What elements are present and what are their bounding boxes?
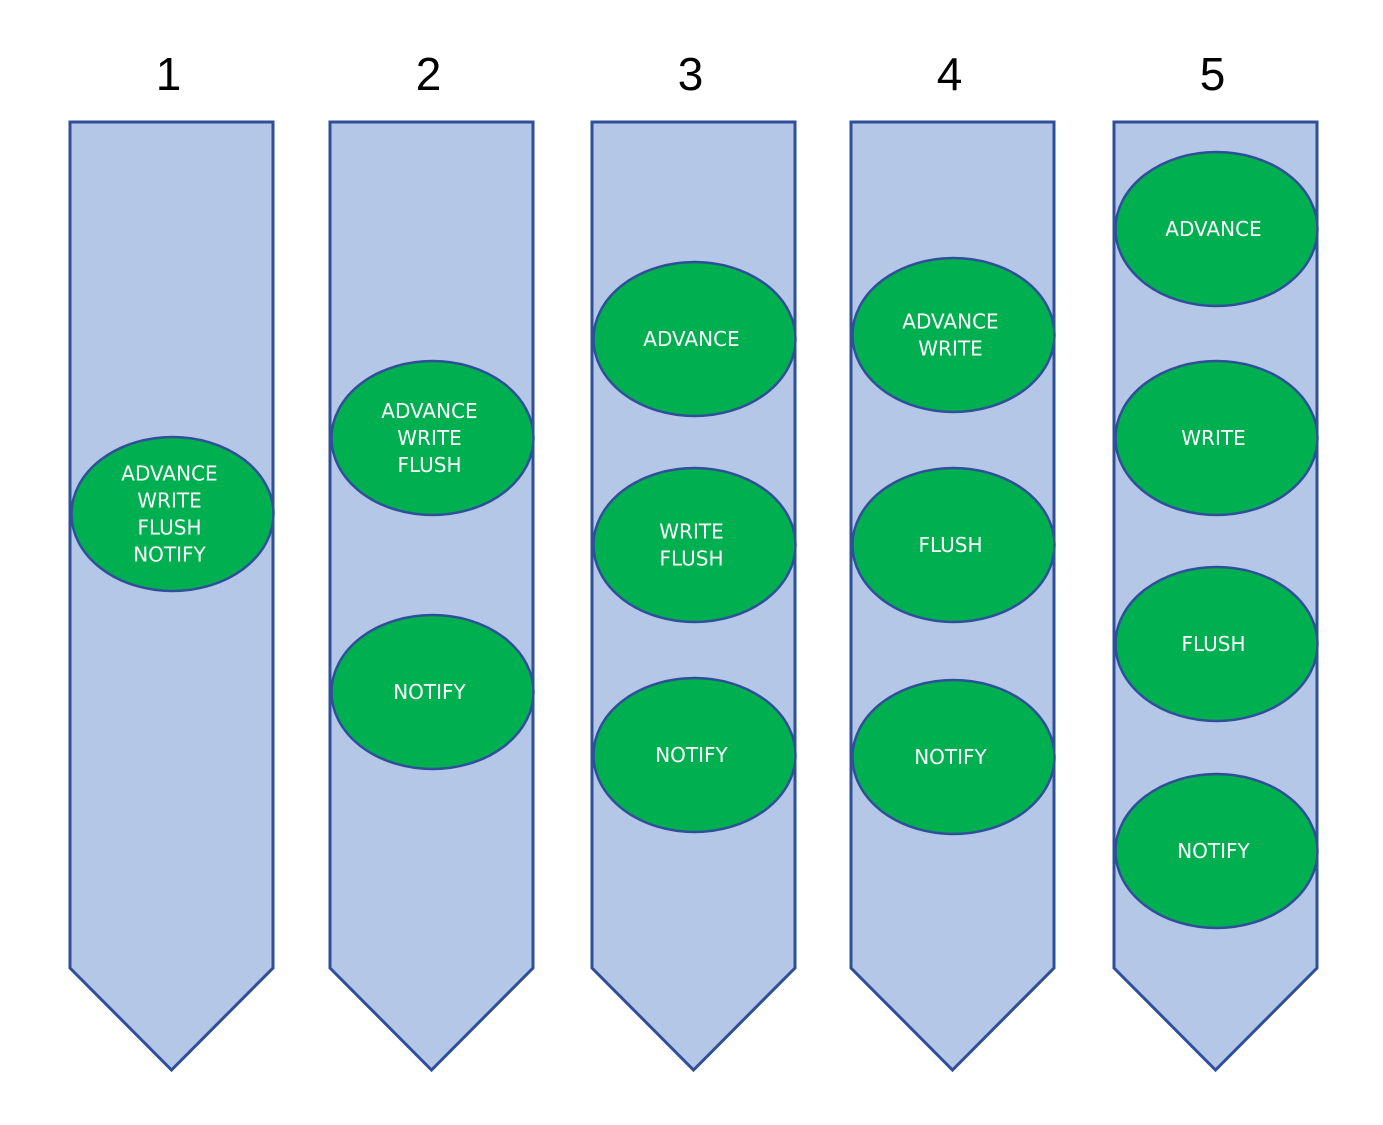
step-ellipse (592, 466, 797, 624)
step-label: NOTIFY (1177, 839, 1250, 863)
step-node: ADVANCE WRITE (851, 256, 1056, 414)
step-node: FLUSH (851, 466, 1056, 624)
step-label: ADVANCE (902, 310, 998, 334)
stage-number: 4 (937, 48, 963, 100)
step-label: ADVANCE (121, 462, 217, 486)
step-label: WRITE (1181, 426, 1245, 450)
stage-number: 2 (416, 48, 442, 100)
stage-column-1: 1 ADVANCE WRITE FLUSH NOTIFY (68, 48, 275, 1073)
step-node: FLUSH (1114, 565, 1319, 723)
step-node: WRITE FLUSH (592, 466, 797, 624)
stage-column-2: 2 ADVANCE WRITE FLUSH NOTIFY (328, 48, 535, 1073)
step-label: WRITE (397, 426, 461, 450)
step-node: NOTIFY (1114, 772, 1319, 930)
step-label: FLUSH (918, 533, 982, 557)
step-label: NOTIFY (393, 680, 466, 704)
stage-number: 1 (156, 48, 182, 100)
step-label: FLUSH (397, 453, 461, 477)
step-ellipse (851, 256, 1056, 414)
stage-number: 3 (678, 48, 704, 100)
step-ellipse (70, 435, 275, 593)
step-label: FLUSH (659, 547, 723, 571)
step-label: FLUSH (1181, 632, 1245, 656)
step-label: NOTIFY (133, 543, 206, 567)
step-label: ADVANCE (381, 399, 477, 423)
stage-column-5: 5 ADVANCE WRITE FLUSH NOTIFY (1112, 48, 1319, 1073)
step-node: ADVANCE (1114, 150, 1319, 308)
step-node: NOTIFY (592, 676, 797, 834)
step-label: FLUSH (137, 516, 201, 540)
step-label: WRITE (918, 337, 982, 361)
step-label: NOTIFY (914, 745, 987, 769)
stage-number: 5 (1200, 48, 1226, 100)
step-node: WRITE (1114, 359, 1319, 517)
step-node: NOTIFY (851, 678, 1056, 836)
step-label: WRITE (659, 520, 723, 544)
step-node: ADVANCE (592, 260, 797, 418)
step-node: ADVANCE WRITE FLUSH (330, 359, 535, 517)
step-label: ADVANCE (643, 327, 739, 351)
stage-arrow (328, 120, 535, 1073)
step-label: NOTIFY (655, 743, 728, 767)
step-label: ADVANCE (1165, 217, 1261, 241)
stage-column-3: 3 ADVANCE WRITE FLUSH NOTIFY (590, 48, 797, 1073)
step-label: WRITE (137, 489, 201, 513)
pipeline-diagram: 1 ADVANCE WRITE FLUSH NOTIFY 2 ADVANCE WRITE FLU… (68, 48, 1319, 1073)
step-node: ADVANCE WRITE FLUSH NOTIFY (70, 435, 275, 593)
step-node: NOTIFY (330, 613, 535, 771)
stage-column-4: 4 ADVANCE WRITE FLUSH NOTIFY (849, 48, 1056, 1073)
stage-arrow (68, 120, 275, 1073)
